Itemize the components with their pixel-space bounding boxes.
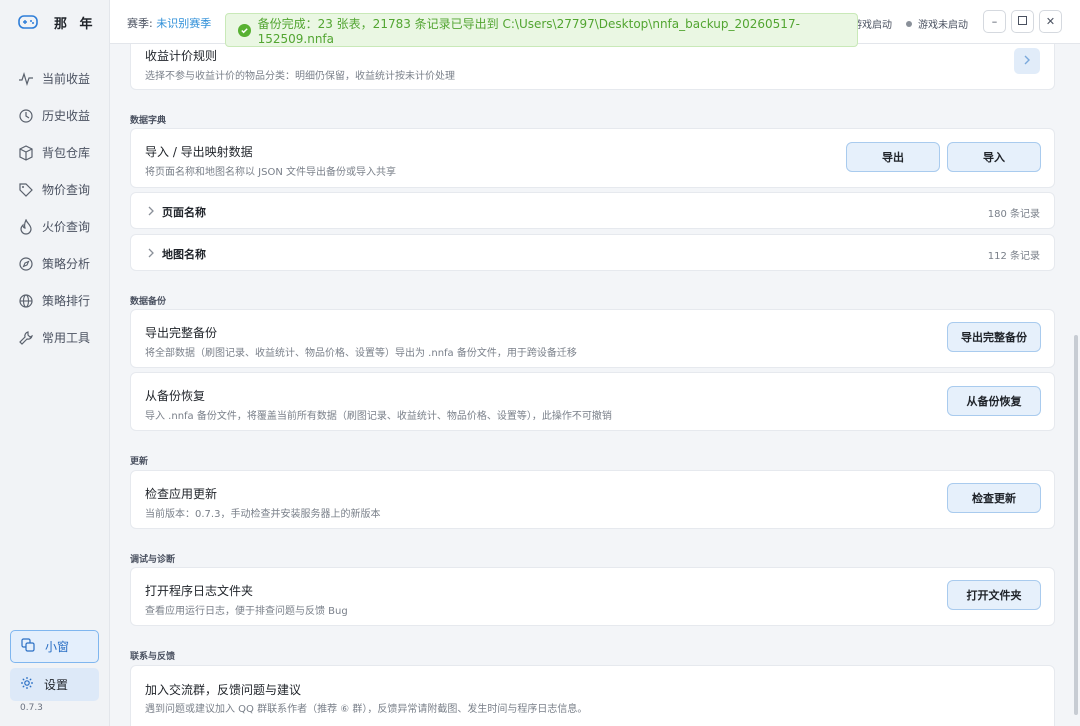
- copy-icon: [21, 638, 45, 655]
- minimize-icon: –: [991, 15, 998, 28]
- mapping-io-card: 导入 / 导出映射数据 将页面名称和地图名称以 JSON 文件导出备份或导入共享…: [130, 128, 1055, 188]
- sidebar-item-label: 策略排行: [42, 294, 91, 308]
- globe-icon: [18, 293, 34, 309]
- mapping-io-title: 导入 / 导出映射数据: [145, 145, 253, 159]
- season-label: 赛季:: [127, 17, 153, 30]
- update-desc: 当前版本：0.7.3，手动检查并安装服务器上的新版本: [145, 509, 381, 520]
- app-brand: 那 年: [18, 12, 97, 32]
- sidebar-item-backpack[interactable]: 背包仓库: [0, 134, 110, 171]
- sidebar-item-current-income[interactable]: 当前收益: [0, 60, 110, 97]
- sidebar-item-strategy-ranking[interactable]: 策略排行: [0, 282, 110, 319]
- season-value[interactable]: 未识别赛季: [156, 17, 211, 30]
- sidebar-item-label: 火价查询: [42, 220, 91, 234]
- chevron-right-icon: [147, 205, 157, 217]
- game-status: 游戏未启动: [906, 16, 968, 31]
- mini-window-button[interactable]: 小窗: [10, 630, 99, 663]
- contact-desc: 遇到问题或建议加入 QQ 群联系作者（推荐 ⑥ 群），反馈异常请附截图、发生时间…: [145, 704, 588, 715]
- export-mapping-button[interactable]: 导出: [846, 142, 940, 172]
- page-names-count: 180 条记录: [987, 209, 1040, 220]
- status-dot-icon: [906, 20, 912, 27]
- contact-title: 加入交流群，反馈问题与建议: [145, 683, 302, 697]
- settings-button[interactable]: 设置: [10, 668, 99, 701]
- box-icon: [18, 144, 34, 161]
- contact-card: 加入交流群，反馈问题与建议 遇到问题或建议加入 QQ 群联系作者（推荐 ⑥ 群）…: [130, 665, 1055, 726]
- map-names-label: 地图名称: [162, 248, 206, 261]
- chevron-right-icon: [147, 247, 157, 259]
- app-name: 那 年: [54, 16, 97, 32]
- debug-desc: 查看应用运行日志，便于排查问题与反馈 Bug: [145, 606, 348, 617]
- section-label-dictionary: 数据字典: [130, 116, 167, 126]
- sidebar-nav: 当前收益 历史收益 背包仓库 物价查询 火价查询 策略分析 策略排行 常用工具: [0, 60, 110, 356]
- settings-label: 设置: [44, 678, 69, 692]
- settings-content: 收益计价规则 选择不参与收益计价的物品分类：明细仍保留，收益统计按未计价处理 数…: [110, 44, 1068, 726]
- sidebar-item-label: 策略分析: [42, 257, 91, 271]
- pulse-icon: [18, 71, 34, 87]
- income-rule-title: 收益计价规则: [145, 49, 218, 63]
- section-label-debug: 调试与诊断: [130, 555, 176, 565]
- income-rule-card: 收益计价规则 选择不参与收益计价的物品分类：明细仍保留，收益统计按未计价处理: [130, 44, 1055, 90]
- game-status-start: 游戏启动: [852, 16, 892, 31]
- check-update-button[interactable]: 检查更新: [947, 483, 1041, 513]
- export-full-backup-button[interactable]: 导出完整备份: [947, 322, 1041, 352]
- gamepad-icon: [18, 13, 38, 31]
- page-names-label: 页面名称: [162, 206, 206, 219]
- compass-icon: [18, 256, 34, 272]
- sidebar-item-strategy-analysis[interactable]: 策略分析: [0, 245, 110, 282]
- maximize-icon: [1018, 15, 1027, 28]
- app-version: 0.7.3: [20, 703, 43, 713]
- flame-icon: [18, 218, 34, 235]
- check-circle-icon: [238, 23, 251, 37]
- history-icon: [18, 108, 34, 124]
- chevron-right-icon: [1023, 54, 1031, 68]
- restore-backup-button[interactable]: 从备份恢复: [947, 386, 1041, 416]
- sidebar-item-history-income[interactable]: 历史收益: [0, 97, 110, 134]
- sidebar-item-fire-price[interactable]: 火价查询: [0, 208, 110, 245]
- content-scrollbar[interactable]: [1074, 335, 1078, 715]
- page-names-row[interactable]: 页面名称 180 条记录: [130, 192, 1055, 229]
- sidebar-item-label: 背包仓库: [42, 146, 91, 160]
- game-status-text: 游戏启动: [852, 20, 892, 31]
- sidebar-item-tools[interactable]: 常用工具: [0, 319, 110, 356]
- sidebar-item-price-query[interactable]: 物价查询: [0, 171, 110, 208]
- season-indicator: 赛季: 未识别赛季: [127, 15, 211, 31]
- section-label-contact: 联系与反馈: [130, 652, 176, 662]
- sidebar-item-label: 历史收益: [42, 109, 91, 123]
- update-card: 检查应用更新 当前版本：0.7.3，手动检查并安装服务器上的新版本 检查更新: [130, 470, 1055, 529]
- wrench-icon: [18, 330, 34, 346]
- sidebar-item-label: 物价查询: [42, 183, 91, 197]
- income-rule-desc: 选择不参与收益计价的物品分类：明细仍保留，收益统计按未计价处理: [145, 71, 455, 82]
- tag-icon: [18, 182, 34, 198]
- close-icon: ✕: [1045, 15, 1056, 28]
- sidebar-item-label: 当前收益: [42, 72, 91, 86]
- map-names-row[interactable]: 地图名称 112 条记录: [130, 234, 1055, 271]
- debug-card: 打开程序日志文件夹 查看应用运行日志，便于排查问题与反馈 Bug 打开文件夹: [130, 567, 1055, 626]
- export-backup-card: 导出完整备份 将全部数据（刷图记录、收益统计、物品价格、设置等）导出为 .nnf…: [130, 309, 1055, 368]
- section-label-update: 更新: [130, 457, 149, 467]
- income-rule-open-button[interactable]: [1014, 48, 1040, 74]
- toast-text: 备份完成：23 张表，21783 条记录已导出到 C:\Users\27797\…: [257, 16, 800, 46]
- export-backup-title: 导出完整备份: [145, 326, 218, 340]
- minimize-button[interactable]: –: [983, 10, 1006, 33]
- sidebar: 那 年 当前收益 历史收益 背包仓库 物价查询 火价查询 策略分析 策略排行 常…: [0, 0, 110, 726]
- map-names-count: 112 条记录: [987, 251, 1040, 262]
- game-status-text: 游戏未启动: [918, 20, 968, 31]
- backup-success-toast: 备份完成：23 张表，21783 条记录已导出到 C:\Users\27797\…: [225, 13, 858, 47]
- restore-backup-desc: 导入 .nnfa 备份文件，将覆盖当前所有数据（刷图记录、收益统计、物品价格、设…: [145, 411, 612, 422]
- mapping-io-desc: 将页面名称和地图名称以 JSON 文件导出备份或导入共享: [145, 167, 397, 178]
- gear-icon: [20, 676, 44, 693]
- maximize-button[interactable]: [1011, 10, 1034, 33]
- mini-window-label: 小窗: [45, 640, 70, 654]
- update-title: 检查应用更新: [145, 487, 218, 501]
- debug-title: 打开程序日志文件夹: [145, 584, 254, 598]
- restore-backup-card: 从备份恢复 导入 .nnfa 备份文件，将覆盖当前所有数据（刷图记录、收益统计、…: [130, 372, 1055, 431]
- import-mapping-button[interactable]: 导入: [947, 142, 1041, 172]
- export-backup-desc: 将全部数据（刷图记录、收益统计、物品价格、设置等）导出为 .nnfa 备份文件，…: [145, 348, 577, 359]
- section-label-backup: 数据备份: [130, 297, 167, 307]
- sidebar-item-label: 常用工具: [42, 331, 91, 345]
- open-log-folder-button[interactable]: 打开文件夹: [947, 580, 1041, 610]
- restore-backup-title: 从备份恢复: [145, 389, 206, 403]
- close-button[interactable]: ✕: [1039, 10, 1062, 33]
